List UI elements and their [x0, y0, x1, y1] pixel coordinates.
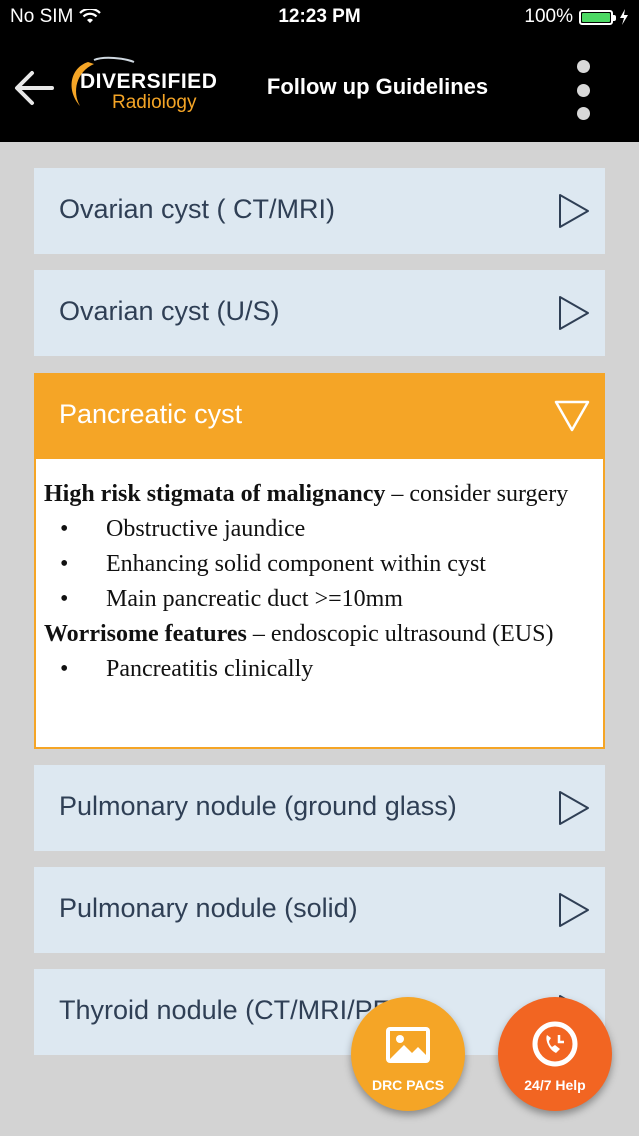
down-triangle-icon — [554, 400, 590, 432]
vertical-dots-icon[interactable] — [566, 60, 600, 120]
drc-pacs-label: DRC PACS — [371, 1077, 445, 1093]
list-item-label: Pancreatic cyst — [59, 399, 243, 429]
help-24-7-button[interactable]: 24/7 Help — [498, 997, 612, 1111]
battery-icon — [579, 9, 616, 25]
list-item-label: Ovarian cyst (U/S) — [59, 296, 280, 326]
status-right: 100% — [524, 6, 629, 28]
list-item: Enhancing solid component within cyst — [44, 547, 595, 582]
high-risk-list: Obstructive jaundice Enhancing solid com… — [44, 512, 595, 617]
detail-heading-high-risk-rest: – consider surgery — [385, 481, 569, 507]
play-triangle-icon — [559, 296, 589, 330]
drc-pacs-button[interactable]: DRC PACS — [351, 997, 465, 1111]
detail-heading-high-risk: High risk stigmata of malignancy — [44, 481, 386, 507]
arrow-left-icon[interactable] — [12, 68, 56, 108]
list-item-label: Pulmonary nodule (ground glass) — [59, 791, 457, 821]
detail-paragraph-2: Worrisome features – endoscopic ultrasou… — [44, 617, 595, 652]
worrisome-list: Pancreatitis clinically — [44, 652, 595, 687]
help-label: 24/7 Help — [524, 1077, 586, 1093]
battery-percent: 100% — [524, 6, 573, 27]
list-item: Main pancreatic duct >=10mm — [44, 582, 595, 617]
page-title: Follow up Guidelines — [266, 74, 489, 99]
image-icon — [386, 1027, 430, 1063]
list-item: Obstructive jaundice — [44, 512, 595, 547]
logo-line-1: DIVERSIFIED — [80, 70, 218, 93]
charging-icon — [620, 9, 628, 25]
list-item-ovarian-us[interactable]: Ovarian cyst (U/S) — [34, 270, 605, 356]
phone-clock-icon — [532, 1021, 578, 1067]
list-item-pulmonary-solid[interactable]: Pulmonary nodule (solid) — [34, 867, 605, 953]
play-triangle-icon — [559, 194, 589, 228]
detail-paragraph-1: High risk stigmata of malignancy – consi… — [44, 477, 595, 512]
play-triangle-icon — [559, 791, 589, 825]
detail-heading-worrisome: Worrisome features — [44, 621, 247, 647]
app-header: DIVERSIFIED Radiology Follow up Guidelin… — [0, 34, 639, 142]
status-bar: No SIM 12:23 PM 100% — [0, 0, 639, 34]
list-item: Pancreatitis clinically — [44, 652, 595, 687]
pancreatic-cyst-detail[interactable]: High risk stigmata of malignancy – consi… — [34, 459, 605, 749]
detail-heading-worrisome-rest: – endoscopic ultrasound (EUS) — [246, 621, 554, 647]
list-item-pulmonary-ground-glass[interactable]: Pulmonary nodule (ground glass) — [34, 765, 605, 851]
list-item-ovarian-ct-mri[interactable]: Ovarian cyst ( CT/MRI) — [34, 168, 605, 254]
logo: DIVERSIFIED Radiology — [64, 54, 218, 124]
list-item-pancreatic-cyst[interactable]: Pancreatic cyst — [34, 373, 605, 459]
list-item-label: Pulmonary nodule (solid) — [59, 893, 358, 923]
play-triangle-icon — [559, 893, 589, 927]
list-item-label: Ovarian cyst ( CT/MRI) — [59, 194, 336, 224]
logo-line-2: Radiology — [112, 92, 197, 113]
